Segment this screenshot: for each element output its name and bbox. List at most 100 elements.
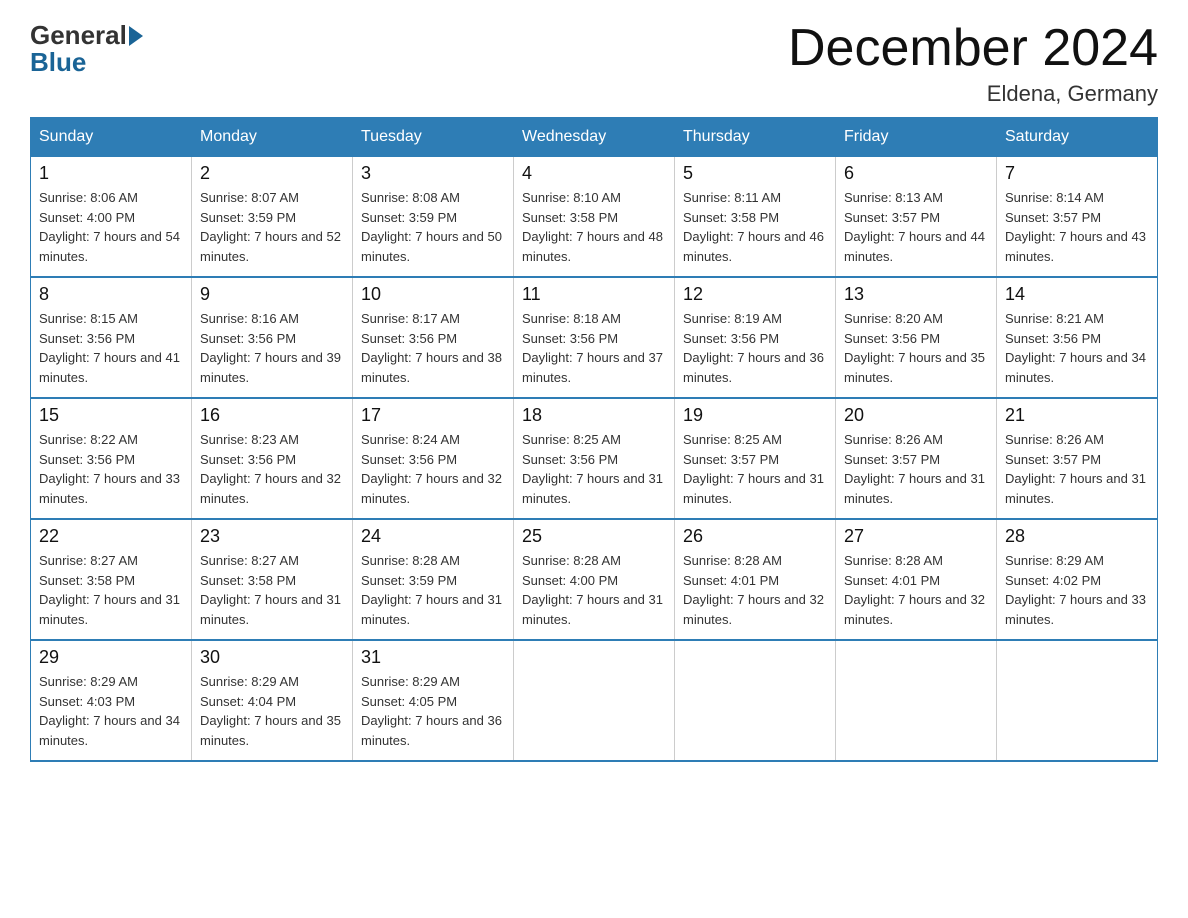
day-info: Sunrise: 8:22 AMSunset: 3:56 PMDaylight:…	[39, 430, 183, 508]
table-row	[836, 640, 997, 761]
day-number: 23	[200, 526, 344, 547]
day-number: 12	[683, 284, 827, 305]
table-row: 3 Sunrise: 8:08 AMSunset: 3:59 PMDaylight…	[353, 157, 514, 278]
table-row	[997, 640, 1158, 761]
location-subtitle: Eldena, Germany	[788, 81, 1158, 107]
day-number: 17	[361, 405, 505, 426]
table-row: 28 Sunrise: 8:29 AMSunset: 4:02 PMDayligh…	[997, 519, 1158, 640]
day-number: 7	[1005, 163, 1149, 184]
table-row: 25Sunrise: 8:28 AMSunset: 4:00 PMDayligh…	[514, 519, 675, 640]
table-row: 1 Sunrise: 8:06 AMSunset: 4:00 PMDaylight…	[31, 157, 192, 278]
day-number: 10	[361, 284, 505, 305]
day-info: Sunrise: 8:27 AMSunset: 3:58 PMDaylight:…	[200, 551, 344, 629]
day-number: 30	[200, 647, 344, 668]
day-info: Sunrise: 8:20 AMSunset: 3:56 PMDaylight:…	[844, 309, 988, 387]
day-info: Sunrise: 8:08 AMSunset: 3:59 PMDaylight:…	[361, 188, 505, 266]
month-title: December 2024	[788, 20, 1158, 77]
day-info: Sunrise: 8:29 AMSunset: 4:03 PMDaylight:…	[39, 672, 183, 750]
calendar-week-row: 22 Sunrise: 8:27 AMSunset: 3:58 PMDayligh…	[31, 519, 1158, 640]
calendar-week-row: 1 Sunrise: 8:06 AMSunset: 4:00 PMDaylight…	[31, 157, 1158, 278]
table-row: 24 Sunrise: 8:28 AMSunset: 3:59 PMDayligh…	[353, 519, 514, 640]
calendar-body: 1 Sunrise: 8:06 AMSunset: 4:00 PMDaylight…	[31, 157, 1158, 762]
day-info: Sunrise: 8:29 AMSunset: 4:02 PMDaylight:…	[1005, 551, 1149, 629]
day-number: 31	[361, 647, 505, 668]
day-info: Sunrise: 8:28 AMSunset: 4:01 PMDaylight:…	[844, 551, 988, 629]
table-row	[514, 640, 675, 761]
day-info: Sunrise: 8:11 AMSunset: 3:58 PMDaylight:…	[683, 188, 827, 266]
day-info: Sunrise: 8:10 AMSunset: 3:58 PMDaylight:…	[522, 188, 666, 266]
day-info: Sunrise: 8:06 AMSunset: 4:00 PMDaylight:…	[39, 188, 183, 266]
day-info: Sunrise: 8:07 AMSunset: 3:59 PMDaylight:…	[200, 188, 344, 266]
day-number: 20	[844, 405, 988, 426]
day-number: 5	[683, 163, 827, 184]
table-row: 21 Sunrise: 8:26 AMSunset: 3:57 PMDayligh…	[997, 398, 1158, 519]
calendar-header: Sunday Monday Tuesday Wednesday Thursday…	[31, 118, 1158, 157]
table-row: 5 Sunrise: 8:11 AMSunset: 3:58 PMDaylight…	[675, 157, 836, 278]
table-row: 7 Sunrise: 8:14 AMSunset: 3:57 PMDaylight…	[997, 157, 1158, 278]
day-info: Sunrise: 8:17 AMSunset: 3:56 PMDaylight:…	[361, 309, 505, 387]
day-number: 11	[522, 284, 666, 305]
day-number: 4	[522, 163, 666, 184]
table-row: 27Sunrise: 8:28 AMSunset: 4:01 PMDayligh…	[836, 519, 997, 640]
day-info: Sunrise: 8:15 AMSunset: 3:56 PMDaylight:…	[39, 309, 183, 387]
col-friday: Friday	[836, 118, 997, 157]
day-number: 3	[361, 163, 505, 184]
table-row: 6Sunrise: 8:13 AMSunset: 3:57 PMDaylight…	[836, 157, 997, 278]
day-info: Sunrise: 8:24 AMSunset: 3:56 PMDaylight:…	[361, 430, 505, 508]
logo-arrow-icon	[129, 26, 143, 46]
day-number: 28	[1005, 526, 1149, 547]
day-info: Sunrise: 8:29 AMSunset: 4:05 PMDaylight:…	[361, 672, 505, 750]
day-info: Sunrise: 8:21 AMSunset: 3:56 PMDaylight:…	[1005, 309, 1149, 387]
calendar-week-row: 29 Sunrise: 8:29 AMSunset: 4:03 PMDayligh…	[31, 640, 1158, 761]
table-row: 9Sunrise: 8:16 AMSunset: 3:56 PMDaylight…	[192, 277, 353, 398]
table-row: 29 Sunrise: 8:29 AMSunset: 4:03 PMDayligh…	[31, 640, 192, 761]
day-number: 13	[844, 284, 988, 305]
table-row	[675, 640, 836, 761]
col-sunday: Sunday	[31, 118, 192, 157]
day-info: Sunrise: 8:28 AMSunset: 3:59 PMDaylight:…	[361, 551, 505, 629]
table-row: 2 Sunrise: 8:07 AMSunset: 3:59 PMDaylight…	[192, 157, 353, 278]
day-number: 15	[39, 405, 183, 426]
day-info: Sunrise: 8:16 AMSunset: 3:56 PMDaylight:…	[200, 309, 344, 387]
table-row: 31 Sunrise: 8:29 AMSunset: 4:05 PMDayligh…	[353, 640, 514, 761]
table-row: 10 Sunrise: 8:17 AMSunset: 3:56 PMDayligh…	[353, 277, 514, 398]
day-number: 21	[1005, 405, 1149, 426]
col-saturday: Saturday	[997, 118, 1158, 157]
table-row: 23 Sunrise: 8:27 AMSunset: 3:58 PMDayligh…	[192, 519, 353, 640]
day-info: Sunrise: 8:28 AMSunset: 4:01 PMDaylight:…	[683, 551, 827, 629]
col-monday: Monday	[192, 118, 353, 157]
table-row: 22 Sunrise: 8:27 AMSunset: 3:58 PMDayligh…	[31, 519, 192, 640]
day-number: 2	[200, 163, 344, 184]
day-info: Sunrise: 8:14 AMSunset: 3:57 PMDaylight:…	[1005, 188, 1149, 266]
table-row: 16 Sunrise: 8:23 AMSunset: 3:56 PMDayligh…	[192, 398, 353, 519]
day-number: 19	[683, 405, 827, 426]
day-info: Sunrise: 8:26 AMSunset: 3:57 PMDaylight:…	[844, 430, 988, 508]
day-number: 16	[200, 405, 344, 426]
page-header: General Blue December 2024 Eldena, Germa…	[30, 20, 1158, 107]
day-info: Sunrise: 8:25 AMSunset: 3:57 PMDaylight:…	[683, 430, 827, 508]
table-row: 19 Sunrise: 8:25 AMSunset: 3:57 PMDayligh…	[675, 398, 836, 519]
table-row: 8Sunrise: 8:15 AMSunset: 3:56 PMDaylight…	[31, 277, 192, 398]
day-info: Sunrise: 8:26 AMSunset: 3:57 PMDaylight:…	[1005, 430, 1149, 508]
logo: General Blue	[30, 20, 145, 78]
col-thursday: Thursday	[675, 118, 836, 157]
table-row: 4 Sunrise: 8:10 AMSunset: 3:58 PMDaylight…	[514, 157, 675, 278]
day-number: 22	[39, 526, 183, 547]
table-row: 18Sunrise: 8:25 AMSunset: 3:56 PMDayligh…	[514, 398, 675, 519]
day-info: Sunrise: 8:18 AMSunset: 3:56 PMDaylight:…	[522, 309, 666, 387]
day-number: 29	[39, 647, 183, 668]
table-row: 15 Sunrise: 8:22 AMSunset: 3:56 PMDayligh…	[31, 398, 192, 519]
table-row: 26Sunrise: 8:28 AMSunset: 4:01 PMDayligh…	[675, 519, 836, 640]
day-number: 14	[1005, 284, 1149, 305]
day-info: Sunrise: 8:27 AMSunset: 3:58 PMDaylight:…	[39, 551, 183, 629]
table-row: 14 Sunrise: 8:21 AMSunset: 3:56 PMDayligh…	[997, 277, 1158, 398]
header-row: Sunday Monday Tuesday Wednesday Thursday…	[31, 118, 1158, 157]
calendar-week-row: 15 Sunrise: 8:22 AMSunset: 3:56 PMDayligh…	[31, 398, 1158, 519]
table-row: 13 Sunrise: 8:20 AMSunset: 3:56 PMDayligh…	[836, 277, 997, 398]
day-info: Sunrise: 8:23 AMSunset: 3:56 PMDaylight:…	[200, 430, 344, 508]
day-number: 18	[522, 405, 666, 426]
col-wednesday: Wednesday	[514, 118, 675, 157]
table-row: 17 Sunrise: 8:24 AMSunset: 3:56 PMDayligh…	[353, 398, 514, 519]
day-number: 24	[361, 526, 505, 547]
day-number: 1	[39, 163, 183, 184]
